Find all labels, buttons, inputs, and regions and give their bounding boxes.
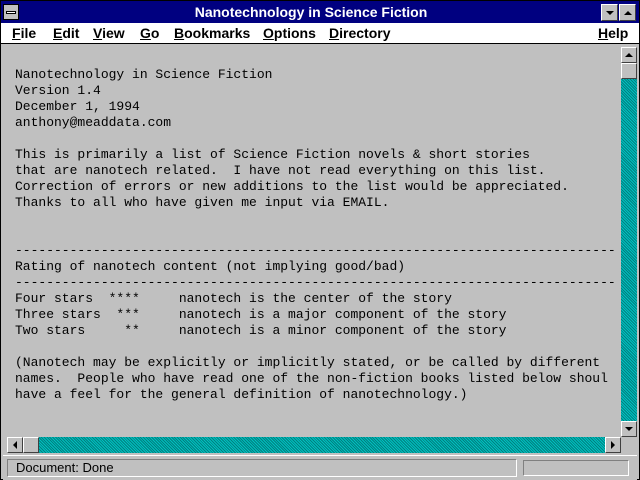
arrow-right-icon [611,441,615,449]
document-line: December 1, 1994 [15,99,140,114]
document-line: Four stars **** nanotech is the center o… [15,291,452,306]
maximize-icon [623,10,632,15]
arrow-left-icon [13,441,17,449]
status-bar: Document: Done [3,455,637,480]
document-line: Correction of errors or new additions to… [15,179,569,194]
menu-bookmarks[interactable]: Bookmarks [174,25,250,41]
progress-indicator [523,460,629,476]
maximize-button[interactable] [619,4,636,21]
browser-window: Nanotechnology in Science Fiction File E… [0,0,640,480]
scroll-left-button[interactable] [7,437,23,453]
minimize-button[interactable] [601,4,618,21]
minimize-icon [605,10,614,15]
document-line: have a feel for the general definition o… [15,387,468,402]
document-line: This is primarily a list of Science Fict… [15,147,530,162]
document-line: that are nanotech related. I have not re… [15,163,546,178]
vertical-scroll-thumb[interactable] [621,63,637,79]
status-text: Document: Done [16,460,114,475]
document-line: ----------------------------------------… [15,243,616,258]
menu-options[interactable]: Options [263,25,316,41]
document-line: Version 1.4 [15,83,101,98]
scroll-right-button[interactable] [605,437,621,453]
horizontal-scrollbar[interactable] [7,437,621,453]
menu-file[interactable]: File [12,25,36,41]
scroll-up-button[interactable] [621,47,637,63]
vertical-scrollbar[interactable] [621,47,637,437]
arrow-up-icon [625,53,633,57]
document-line: ----------------------------------------… [15,275,616,290]
menu-directory[interactable]: Directory [329,25,390,41]
scrollbar-corner [621,437,637,453]
menu-help[interactable]: Help [598,25,628,41]
menu-edit[interactable]: Edit [53,25,79,41]
menu-go[interactable]: Go [140,25,159,41]
title-bar[interactable]: Nanotechnology in Science Fiction [1,1,639,23]
document-line: Thanks to all who have given me input vi… [15,195,390,210]
window-title: Nanotechnology in Science Fiction [194,4,428,20]
document-line: (Nanotech may be explicitly or implicitl… [15,355,601,370]
scroll-down-button[interactable] [621,421,637,437]
horizontal-scroll-thumb[interactable] [23,437,39,453]
document-line: Two stars ** nanotech is a minor compone… [15,323,507,338]
document-text: Nanotechnology in Science Fiction Versio… [15,67,616,403]
document-line: Three stars *** nanotech is a major comp… [15,307,507,322]
document-line: Nanotechnology in Science Fiction [15,67,273,82]
status-field: Document: Done [7,459,517,477]
system-menu-icon[interactable] [3,4,19,20]
menu-bar: File Edit View Go Bookmarks Options Dire… [1,23,639,44]
arrow-down-icon [625,427,633,431]
document-view: Nanotechnology in Science Fiction Versio… [7,49,621,437]
menu-view[interactable]: View [93,25,125,41]
document-line: names. People who have read one of the n… [15,371,608,386]
document-line: Rating of nanotech content (not implying… [15,259,406,274]
document-line: anthony@meaddata.com [15,115,172,130]
